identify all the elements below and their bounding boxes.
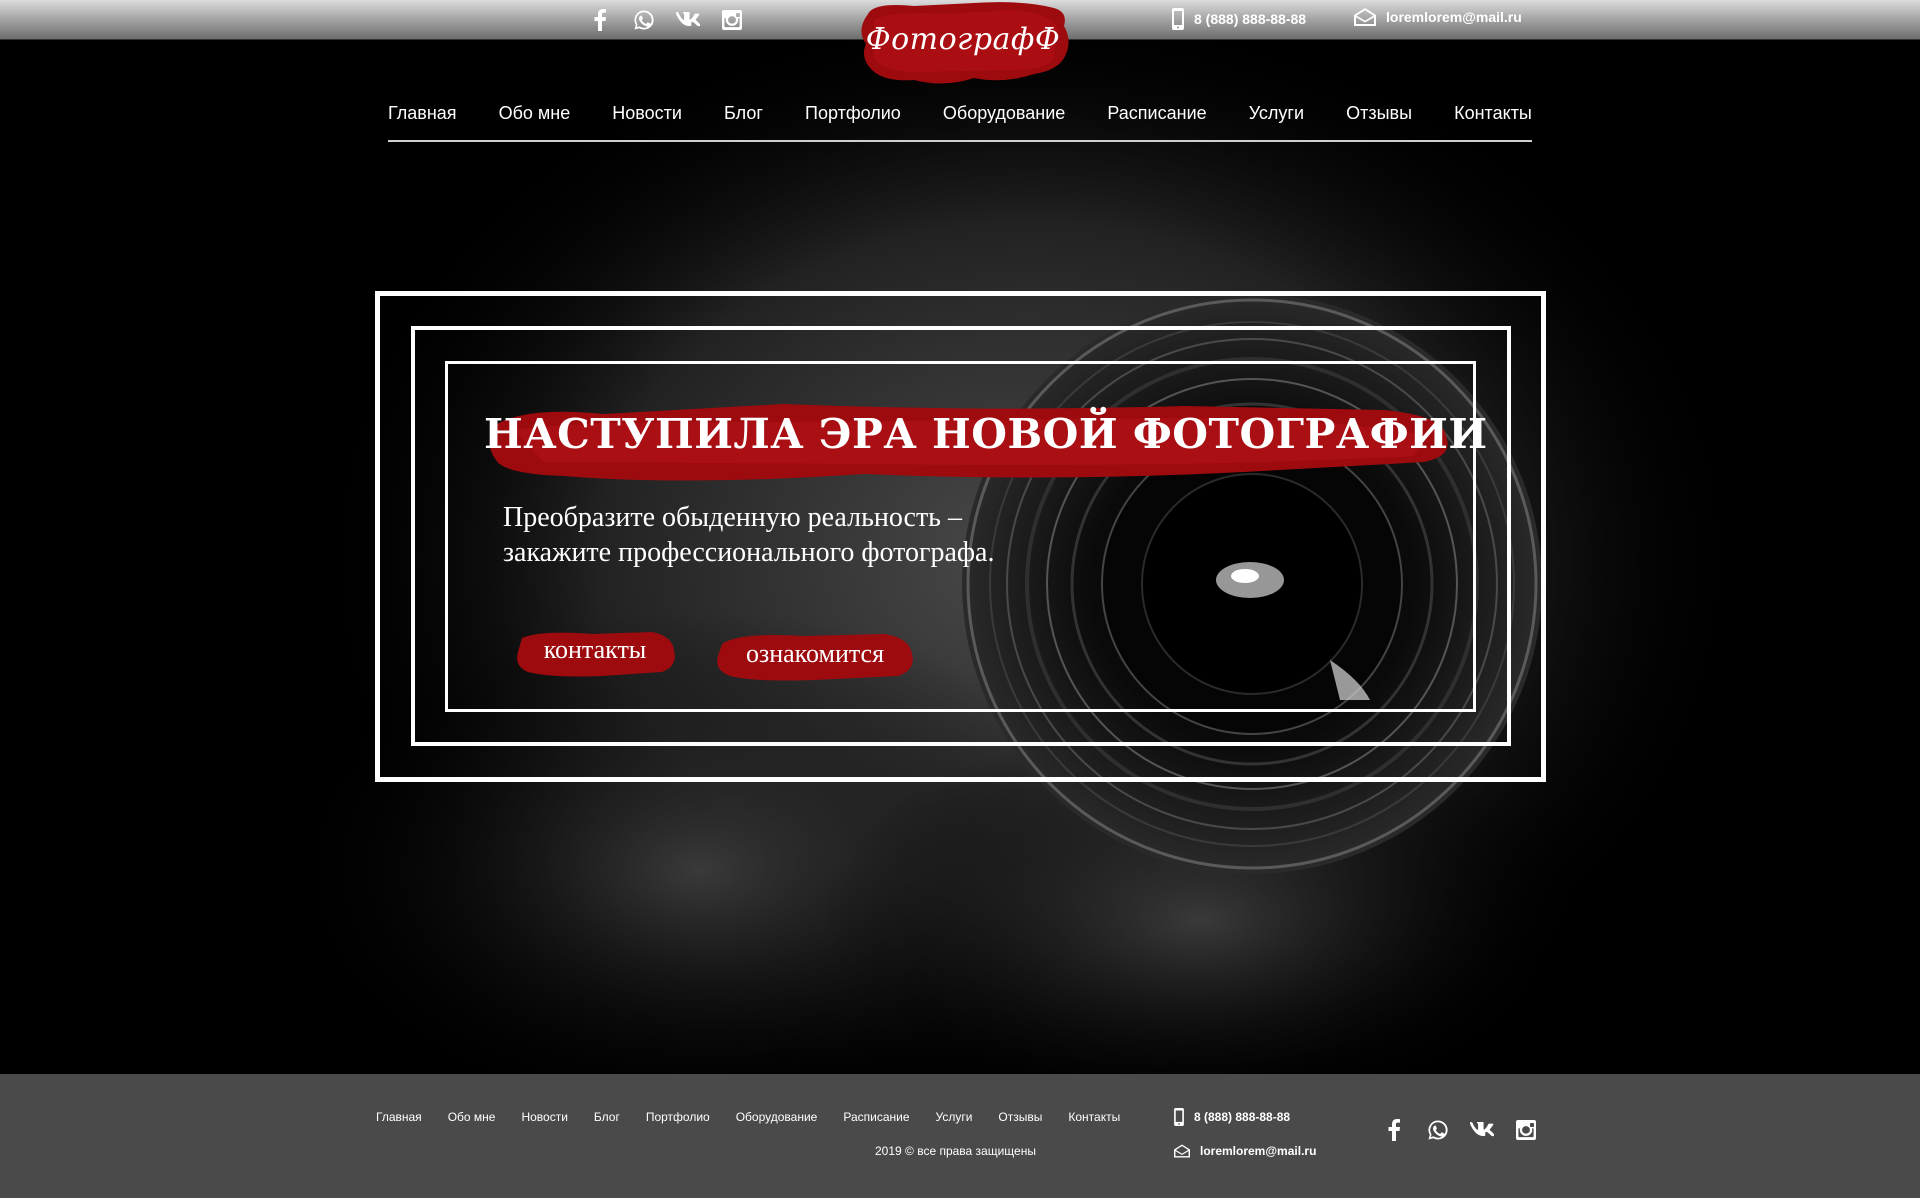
- mail-icon: [1174, 1144, 1190, 1158]
- contacts-button[interactable]: контакты: [512, 628, 678, 678]
- header-email-text: loremlorem@mail.ru: [1386, 9, 1522, 25]
- footer-email[interactable]: loremlorem@mail.ru: [1174, 1144, 1316, 1158]
- vk-icon[interactable]: [1470, 1118, 1494, 1142]
- hero-subtitle: Преобразите обыденную реальность – закаж…: [503, 502, 995, 568]
- header-phone-text: 8 (888) 888-88-88: [1194, 11, 1307, 27]
- header-email[interactable]: loremlorem@mail.ru: [1354, 8, 1522, 26]
- hero-title: НАСТУПИЛА ЭРА НОВОЙ ФОТОГРАФИИ: [484, 410, 1488, 458]
- footer-phone[interactable]: 8 (888) 888-88-88: [1174, 1108, 1290, 1126]
- nav-item[interactable]: Отзывы: [1346, 100, 1412, 126]
- learn-more-button[interactable]: ознакомится: [714, 630, 916, 682]
- nav-item[interactable]: Новости: [612, 100, 682, 126]
- nav-item[interactable]: Расписание: [1107, 100, 1206, 126]
- nav-item[interactable]: Портфолио: [805, 100, 901, 126]
- phone-icon: [1174, 1108, 1184, 1126]
- learn-more-button-label: ознакомится: [745, 639, 885, 668]
- nav-item[interactable]: Контакты: [1454, 100, 1532, 126]
- facebook-icon[interactable]: [1382, 1118, 1406, 1142]
- footer-nav-item[interactable]: Расписание: [843, 1110, 909, 1124]
- site-logo[interactable]: ФотографФ: [854, 0, 1074, 92]
- contacts-button-label: контакты: [543, 635, 647, 664]
- nav-item[interactable]: Оборудование: [943, 100, 1065, 126]
- facebook-icon[interactable]: [588, 8, 612, 32]
- whatsapp-icon[interactable]: [632, 8, 656, 32]
- footer-nav-item[interactable]: Новости: [521, 1110, 567, 1124]
- header-social-links: [588, 8, 764, 32]
- footer-social-links: [1382, 1118, 1558, 1142]
- footer-copyright: 2019 © все права защищены: [875, 1144, 1036, 1158]
- header-phone[interactable]: 8 (888) 888-88-88: [1172, 8, 1306, 30]
- nav-item[interactable]: Главная: [388, 100, 457, 126]
- footer-nav-item[interactable]: Блог: [594, 1110, 620, 1124]
- footer-phone-text: 8 (888) 888-88-88: [1194, 1110, 1291, 1124]
- logo-text: ФотографФ: [865, 22, 1061, 57]
- mail-icon: [1354, 8, 1376, 26]
- instagram-icon[interactable]: [720, 8, 744, 32]
- footer-nav: Главная Обо мне Новости Блог Портфолио Оборуд…: [376, 1110, 1146, 1124]
- main-nav: Главная Обо мне Новости Блог Портфолио Оборуд…: [388, 100, 1532, 142]
- footer-nav-item[interactable]: Контакты: [1068, 1110, 1120, 1124]
- footer: Главная Обо мне Новости Блог Портфолио Оборуд…: [0, 1074, 1920, 1198]
- nav-item[interactable]: Услуги: [1249, 100, 1304, 126]
- instagram-icon[interactable]: [1514, 1118, 1538, 1142]
- nav-item[interactable]: Обо мне: [499, 100, 571, 126]
- footer-nav-item[interactable]: Портфолио: [646, 1110, 710, 1124]
- footer-nav-item[interactable]: Оборудование: [736, 1110, 818, 1124]
- vk-icon[interactable]: [676, 8, 700, 32]
- footer-nav-item[interactable]: Услуги: [936, 1110, 973, 1124]
- footer-email-text: loremlorem@mail.ru: [1200, 1144, 1317, 1158]
- phone-icon: [1172, 8, 1184, 30]
- footer-nav-item[interactable]: Отзывы: [998, 1110, 1042, 1124]
- whatsapp-icon[interactable]: [1426, 1118, 1450, 1142]
- footer-nav-item[interactable]: Главная: [376, 1110, 422, 1124]
- footer-nav-item[interactable]: Обо мне: [448, 1110, 496, 1124]
- nav-item[interactable]: Блог: [724, 100, 763, 126]
